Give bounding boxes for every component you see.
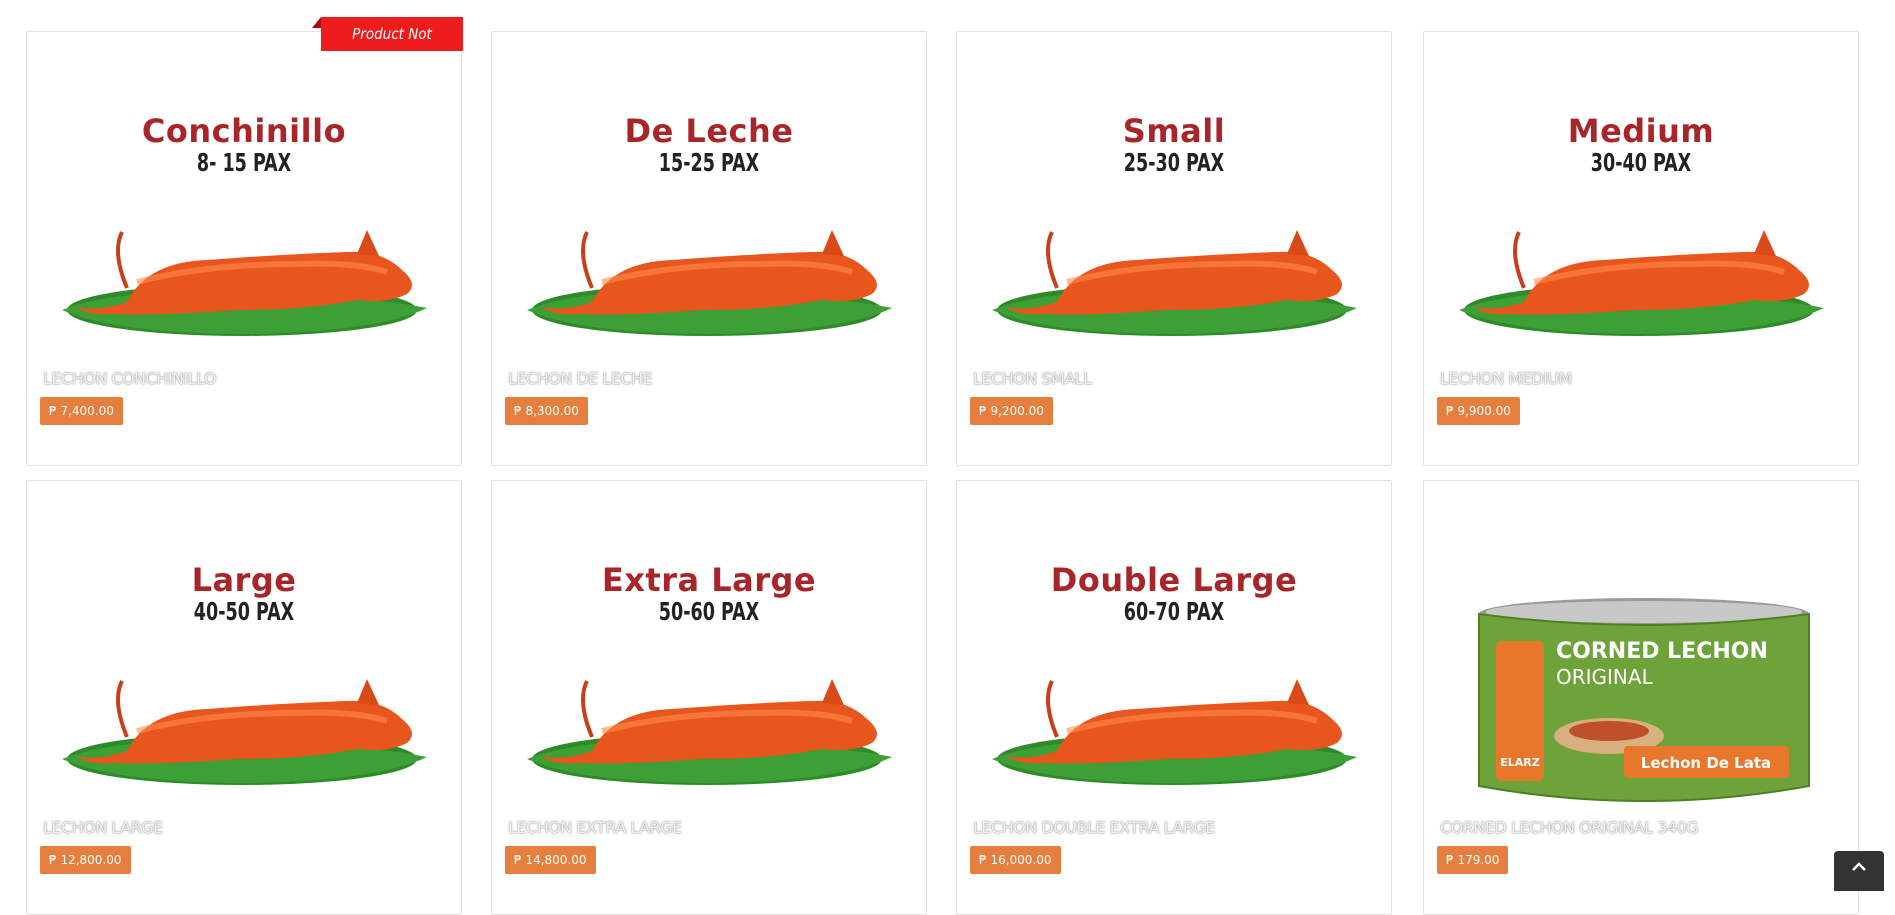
product-card[interactable]: Extra Large 50-60 PAX LECHON EXTRA LARGE…	[491, 480, 927, 915]
product-name[interactable]: LECHON SMALL	[973, 369, 1092, 388]
pax-label: 8- 15 PAX	[196, 148, 292, 177]
size-title: Double Large	[1050, 561, 1298, 599]
product-card[interactable]: Double Large 60-70 PAX LECHON DOUBLE EXT…	[956, 480, 1392, 915]
lechon-pig-image	[992, 679, 1357, 785]
product-card[interactable]: Medium 30-40 PAX LECHON MEDIUM ₱ 9,900.0…	[1423, 31, 1859, 466]
pax-label: 15-25 PAX	[658, 148, 760, 177]
product-card[interactable]: Large 40-50 PAX LECHON LARGE ₱ 12,800.00	[26, 480, 462, 915]
pax-label: 50-60 PAX	[658, 597, 760, 626]
scroll-to-top-button[interactable]	[1834, 851, 1884, 891]
can-subtitle: Lechon De Lata	[1641, 754, 1771, 772]
size-title: Large	[191, 561, 297, 599]
product-name[interactable]: LECHON EXTRA LARGE	[508, 818, 682, 837]
size-title: Conchinillo	[141, 112, 347, 150]
not-available-badge: Product Not Available!	[321, 17, 463, 77]
can-title-line2: ORIGINAL	[1556, 665, 1654, 689]
product-name[interactable]: CORNED LECHON ORIGINAL 340G	[1440, 818, 1699, 837]
product-name[interactable]: LECHON MEDIUM	[1440, 369, 1572, 388]
product-image[interactable]: Large 40-50 PAX	[27, 481, 461, 821]
can-title-line1: CORNED LECHON	[1556, 639, 1768, 664]
product-card[interactable]: Small 25-30 PAX LECHON SMALL ₱ 9,200.00	[956, 31, 1392, 466]
product-card[interactable]: De Leche 15-25 PAX LECHON DE LECHE ₱ 8,3…	[491, 31, 927, 466]
size-title: Extra Large	[601, 561, 817, 599]
size-title: De Leche	[624, 112, 794, 150]
price-badge: ₱ 9,200.00	[970, 397, 1053, 425]
price-badge: ₱ 7,400.00	[40, 397, 123, 425]
product-image[interactable]: Medium 30-40 PAX	[1424, 32, 1858, 372]
product-image[interactable]: Double Large 60-70 PAX	[957, 481, 1391, 821]
pax-label: 60-70 PAX	[1123, 597, 1225, 626]
product-name[interactable]: LECHON CONCHINILLO	[43, 369, 217, 388]
product-card[interactable]: Conchinillo 8- 15 PAX Product Not Availa…	[26, 17, 463, 466]
price-badge: ₱ 12,800.00	[40, 846, 131, 874]
product-image[interactable]: Small 25-30 PAX	[957, 32, 1391, 372]
lechon-pig-image	[62, 679, 427, 785]
lechon-pig-image	[527, 230, 892, 336]
pax-label: 25-30 PAX	[1123, 148, 1225, 177]
product-name[interactable]: LECHON DOUBLE EXTRA LARGE	[973, 818, 1216, 837]
size-title: Small	[1122, 112, 1226, 150]
product-name[interactable]: LECHON DE LECHE	[508, 369, 653, 388]
price-badge: ₱ 179.00	[1437, 846, 1509, 874]
lechon-pig-image	[992, 230, 1357, 336]
product-name[interactable]: LECHON LARGE	[43, 818, 163, 837]
product-card[interactable]: ELARZ CORNED LECHON ORIGINAL Lechon De L…	[1423, 480, 1859, 915]
ribbon-fold	[312, 17, 321, 28]
corned-lechon-can-image: ELARZ CORNED LECHON ORIGINAL Lechon De L…	[1478, 598, 1810, 802]
price-badge: ₱ 9,900.00	[1437, 397, 1520, 425]
price-badge: ₱ 16,000.00	[970, 846, 1061, 874]
product-image[interactable]: De Leche 15-25 PAX	[492, 32, 926, 372]
product-image[interactable]: ELARZ CORNED LECHON ORIGINAL Lechon De L…	[1424, 481, 1858, 821]
can-brand: ELARZ	[1500, 756, 1540, 769]
price-badge: ₱ 8,300.00	[505, 397, 588, 425]
lechon-pig-image	[527, 679, 892, 785]
pax-label: 30-40 PAX	[1590, 148, 1692, 177]
product-image[interactable]: Extra Large 50-60 PAX	[492, 481, 926, 821]
lechon-pig-image	[62, 230, 427, 336]
pax-label: 40-50 PAX	[193, 597, 295, 626]
size-title: Medium	[1567, 112, 1715, 150]
price-badge: ₱ 14,800.00	[505, 846, 596, 874]
chevron-up-icon	[1852, 862, 1866, 871]
lechon-pig-image	[1459, 230, 1824, 336]
